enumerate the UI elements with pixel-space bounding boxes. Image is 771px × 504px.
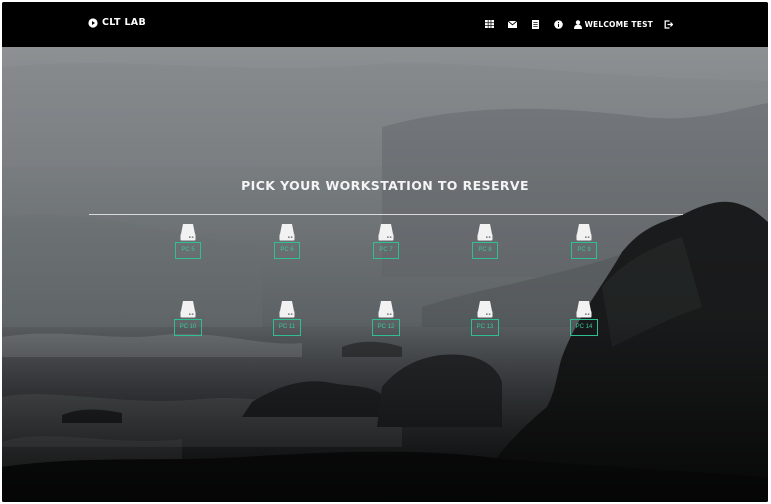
workstation-pc-14[interactable]: PC 14 [562, 301, 606, 336]
coastal-landscape-image [2, 47, 768, 502]
hard-drive-icon [378, 301, 394, 318]
info-icon[interactable] [547, 17, 570, 31]
workstation-label: PC 11 [272, 319, 302, 336]
hard-drive-icon [576, 224, 592, 241]
hard-drive-icon [477, 301, 493, 318]
workstation-pc-8[interactable]: PC 8 [463, 224, 507, 259]
workstation-label: PC 7 [373, 242, 399, 259]
envelope-icon[interactable] [501, 17, 524, 31]
hard-drive-icon [378, 224, 394, 241]
workstation-pc-9[interactable]: PC 9 [562, 224, 606, 259]
logout-icon[interactable] [657, 17, 680, 31]
play-circle-icon [88, 17, 98, 28]
workstation-pc-6[interactable]: PC 6 [265, 224, 309, 259]
user-icon [573, 19, 582, 29]
hard-drive-icon [279, 224, 295, 241]
workstation-pc-12[interactable]: PC 12 [364, 301, 408, 336]
workstation-label: PC 14 [569, 319, 599, 336]
app-window: CLT LAB WELCOME TEST PICK YOUR WORKSTATI… [2, 2, 768, 502]
workstation-label: PC 5 [175, 242, 201, 259]
workstation-pc-10[interactable]: PC 10 [166, 301, 210, 336]
workstation-label: PC 8 [472, 242, 498, 259]
workstation-label: PC 12 [371, 319, 401, 336]
hard-drive-icon [279, 301, 295, 318]
workstation-pc-13[interactable]: PC 13 [463, 301, 507, 336]
table-icon[interactable] [478, 17, 501, 31]
hard-drive-icon [180, 224, 196, 241]
top-navbar: CLT LAB WELCOME TEST [2, 2, 768, 47]
welcome-user-label: WELCOME TEST [584, 19, 653, 29]
brand-link[interactable]: CLT LAB [88, 17, 146, 28]
workstation-label: PC 9 [571, 242, 597, 259]
user-menu[interactable]: WELCOME TEST [573, 19, 653, 29]
hard-drive-icon [180, 301, 196, 318]
workstation-pc-5[interactable]: PC 5 [166, 224, 210, 259]
hero-background [2, 47, 768, 502]
hard-drive-icon [576, 301, 592, 318]
workstation-label: PC 10 [173, 319, 203, 336]
page-title: PICK YOUR WORKSTATION TO RESERVE [241, 178, 529, 193]
workstation-pc-7[interactable]: PC 7 [364, 224, 408, 259]
brand-label: CLT LAB [102, 17, 146, 28]
workstation-label: PC 13 [470, 319, 500, 336]
workstation-label: PC 6 [274, 242, 300, 259]
workstation-pc-11[interactable]: PC 11 [265, 301, 309, 336]
hard-drive-icon [477, 224, 493, 241]
nav-actions: WELCOME TEST [478, 17, 680, 31]
title-divider [89, 214, 683, 215]
document-icon[interactable] [524, 17, 547, 31]
